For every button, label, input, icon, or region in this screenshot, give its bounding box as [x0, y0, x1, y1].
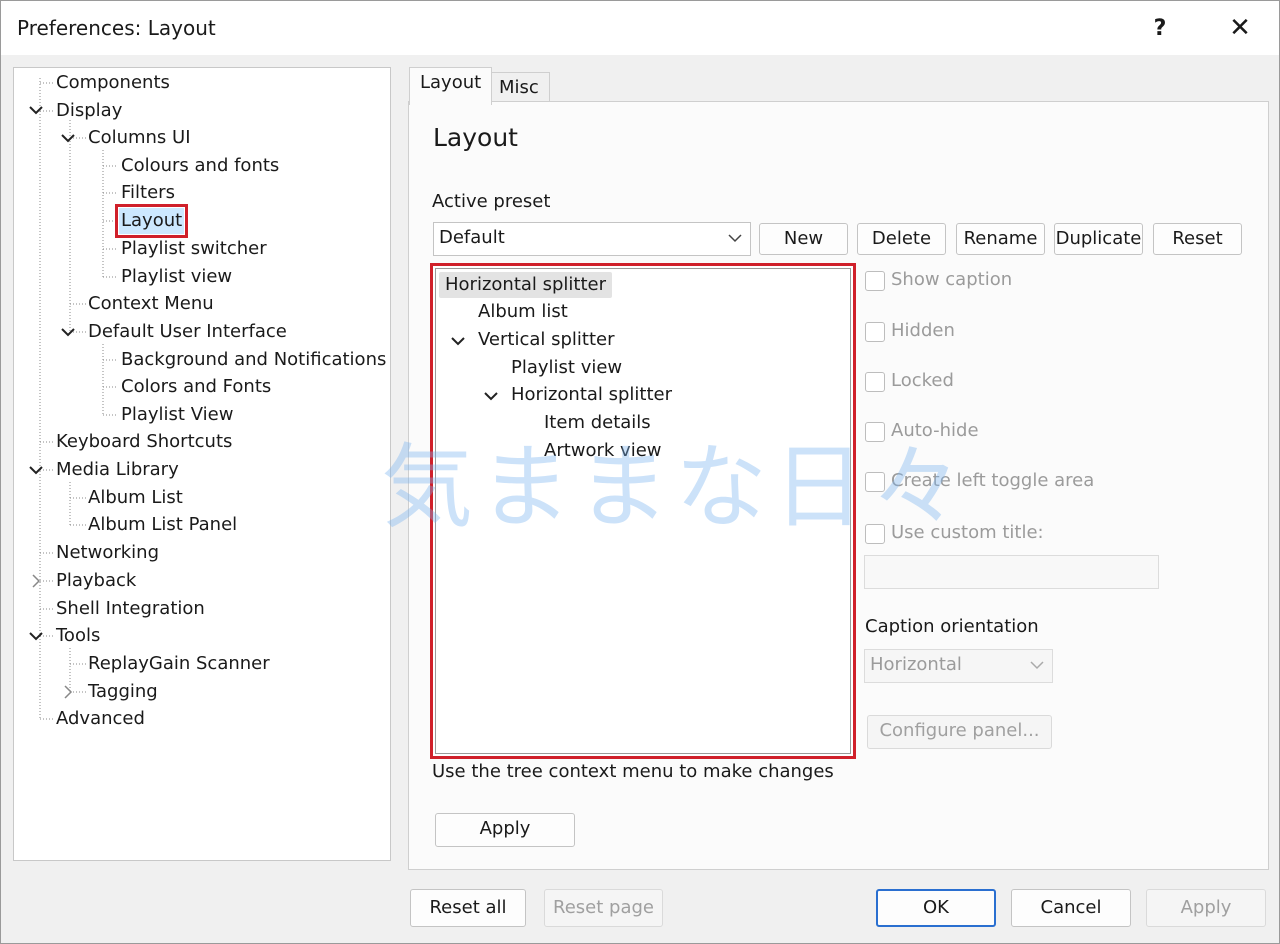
chevron-down-icon[interactable]	[60, 130, 76, 146]
nav-item-networking[interactable]: Networking	[54, 540, 161, 566]
active-preset-value: Default	[439, 227, 505, 248]
nav-item-colours-and-fonts[interactable]: Colours and fonts	[119, 153, 281, 179]
auto-hide-label: Auto-hide	[891, 420, 979, 441]
tree-hint-text: Use the tree context menu to make change…	[432, 761, 834, 782]
layout-node-item-details[interactable]: Item details	[538, 410, 657, 436]
active-preset-dropdown[interactable]: Default	[433, 222, 751, 256]
caption-orientation-label: Caption orientation	[865, 616, 1039, 637]
page-title: Layout	[433, 123, 518, 152]
nav-item-advanced[interactable]: Advanced	[54, 706, 147, 732]
chevron-down-icon	[728, 234, 742, 243]
locked-checkbox[interactable]	[865, 372, 885, 392]
nav-item-playlist-view-dui[interactable]: Playlist View	[119, 402, 235, 428]
title-bar: Preferences: Layout ? ✕	[1, 1, 1279, 55]
close-button[interactable]: ✕	[1211, 7, 1269, 49]
nav-item-playback[interactable]: Playback	[54, 568, 138, 594]
nav-item-components[interactable]: Components	[54, 70, 172, 96]
nav-item-colors-and-fonts[interactable]: Colors and Fonts	[119, 374, 273, 400]
chevron-right-icon[interactable]	[60, 684, 76, 700]
hidden-checkbox[interactable]	[865, 322, 885, 342]
window-title: Preferences: Layout	[17, 16, 216, 40]
nav-item-background-and-notifications[interactable]: Background and Notifications	[119, 347, 388, 373]
layout-node-playlist-view[interactable]: Playlist view	[505, 355, 628, 381]
duplicate-preset-button[interactable]: Duplicate	[1054, 223, 1143, 255]
show-caption-label: Show caption	[891, 269, 1013, 290]
layout-tree[interactable]: Horizontal splitter Album list Vertical …	[430, 263, 856, 759]
reset-preset-button[interactable]: Reset	[1153, 223, 1242, 255]
help-icon: ?	[1153, 15, 1167, 41]
caption-orientation-value: Horizontal	[870, 654, 962, 675]
nav-item-replaygain-scanner[interactable]: ReplayGain Scanner	[86, 651, 272, 677]
locked-label: Locked	[891, 370, 954, 391]
chevron-right-icon[interactable]	[28, 573, 44, 589]
cancel-button[interactable]: Cancel	[1011, 889, 1131, 927]
delete-preset-button[interactable]: Delete	[857, 223, 946, 255]
active-preset-label: Active preset	[432, 191, 551, 212]
nav-item-context-menu[interactable]: Context Menu	[86, 291, 216, 317]
use-custom-title-label: Use custom title:	[891, 522, 1044, 543]
nav-item-columns-ui[interactable]: Columns UI	[86, 125, 193, 151]
hidden-label: Hidden	[891, 320, 955, 341]
nav-item-playlist-switcher[interactable]: Playlist switcher	[119, 236, 269, 262]
reset-all-button[interactable]: Reset all	[410, 889, 526, 927]
use-custom-title-checkbox[interactable]	[865, 524, 885, 544]
show-caption-checkbox[interactable]	[865, 271, 885, 291]
nav-item-playlist-view[interactable]: Playlist view	[119, 264, 234, 290]
chevron-down-icon[interactable]	[28, 628, 44, 644]
preferences-window: Preferences: Layout ? ✕ Components Displ…	[0, 0, 1280, 944]
nav-item-default-user-interface[interactable]: Default User Interface	[86, 319, 289, 345]
configure-panel-button[interactable]: Configure panel...	[867, 715, 1052, 749]
chevron-down-icon[interactable]	[450, 333, 466, 349]
layout-node-artwork-view[interactable]: Artwork view	[538, 438, 668, 464]
auto-hide-checkbox[interactable]	[865, 422, 885, 442]
caption-orientation-dropdown[interactable]: Horizontal	[864, 649, 1053, 683]
chevron-down-icon	[1030, 661, 1044, 670]
layout-node-album-list[interactable]: Album list	[472, 299, 574, 325]
nav-item-tagging[interactable]: Tagging	[86, 679, 160, 705]
nav-item-album-list[interactable]: Album List	[86, 485, 185, 511]
nav-item-media-library[interactable]: Media Library	[54, 457, 181, 483]
chevron-down-icon[interactable]	[28, 102, 44, 118]
rename-preset-button[interactable]: Rename	[956, 223, 1045, 255]
custom-title-input[interactable]	[864, 555, 1159, 589]
apply-button[interactable]: Apply	[1146, 889, 1266, 927]
help-button[interactable]: ?	[1131, 7, 1189, 49]
nav-item-filters[interactable]: Filters	[119, 180, 177, 206]
create-left-toggle-label: Create left toggle area	[891, 470, 1095, 491]
chevron-down-icon[interactable]	[483, 388, 499, 404]
close-icon: ✕	[1229, 13, 1251, 43]
apply-layout-button[interactable]: Apply	[435, 813, 575, 847]
create-left-toggle-checkbox[interactable]	[865, 472, 885, 492]
layout-node-vertical-splitter[interactable]: Vertical splitter	[472, 327, 621, 353]
layout-node-horizontal-splitter[interactable]: Horizontal splitter	[439, 272, 613, 298]
ok-button[interactable]: OK	[876, 889, 996, 927]
preferences-nav-tree[interactable]: Components Display Columns UI Colours an…	[13, 67, 391, 861]
nav-item-keyboard-shortcuts[interactable]: Keyboard Shortcuts	[54, 429, 234, 455]
nav-item-display[interactable]: Display	[54, 98, 124, 124]
tab-layout[interactable]: Layout	[409, 67, 493, 105]
reset-page-button[interactable]: Reset page	[544, 889, 663, 927]
nav-item-shell-integration[interactable]: Shell Integration	[54, 596, 207, 622]
nav-item-tools[interactable]: Tools	[54, 623, 102, 649]
chevron-down-icon[interactable]	[60, 324, 76, 340]
nav-item-layout[interactable]: Layout	[114, 204, 189, 238]
layout-node-horizontal-splitter-nested[interactable]: Horizontal splitter	[505, 382, 678, 408]
new-preset-button[interactable]: New	[759, 223, 848, 255]
nav-item-album-list-panel[interactable]: Album List Panel	[86, 512, 239, 538]
chevron-down-icon[interactable]	[28, 462, 44, 478]
